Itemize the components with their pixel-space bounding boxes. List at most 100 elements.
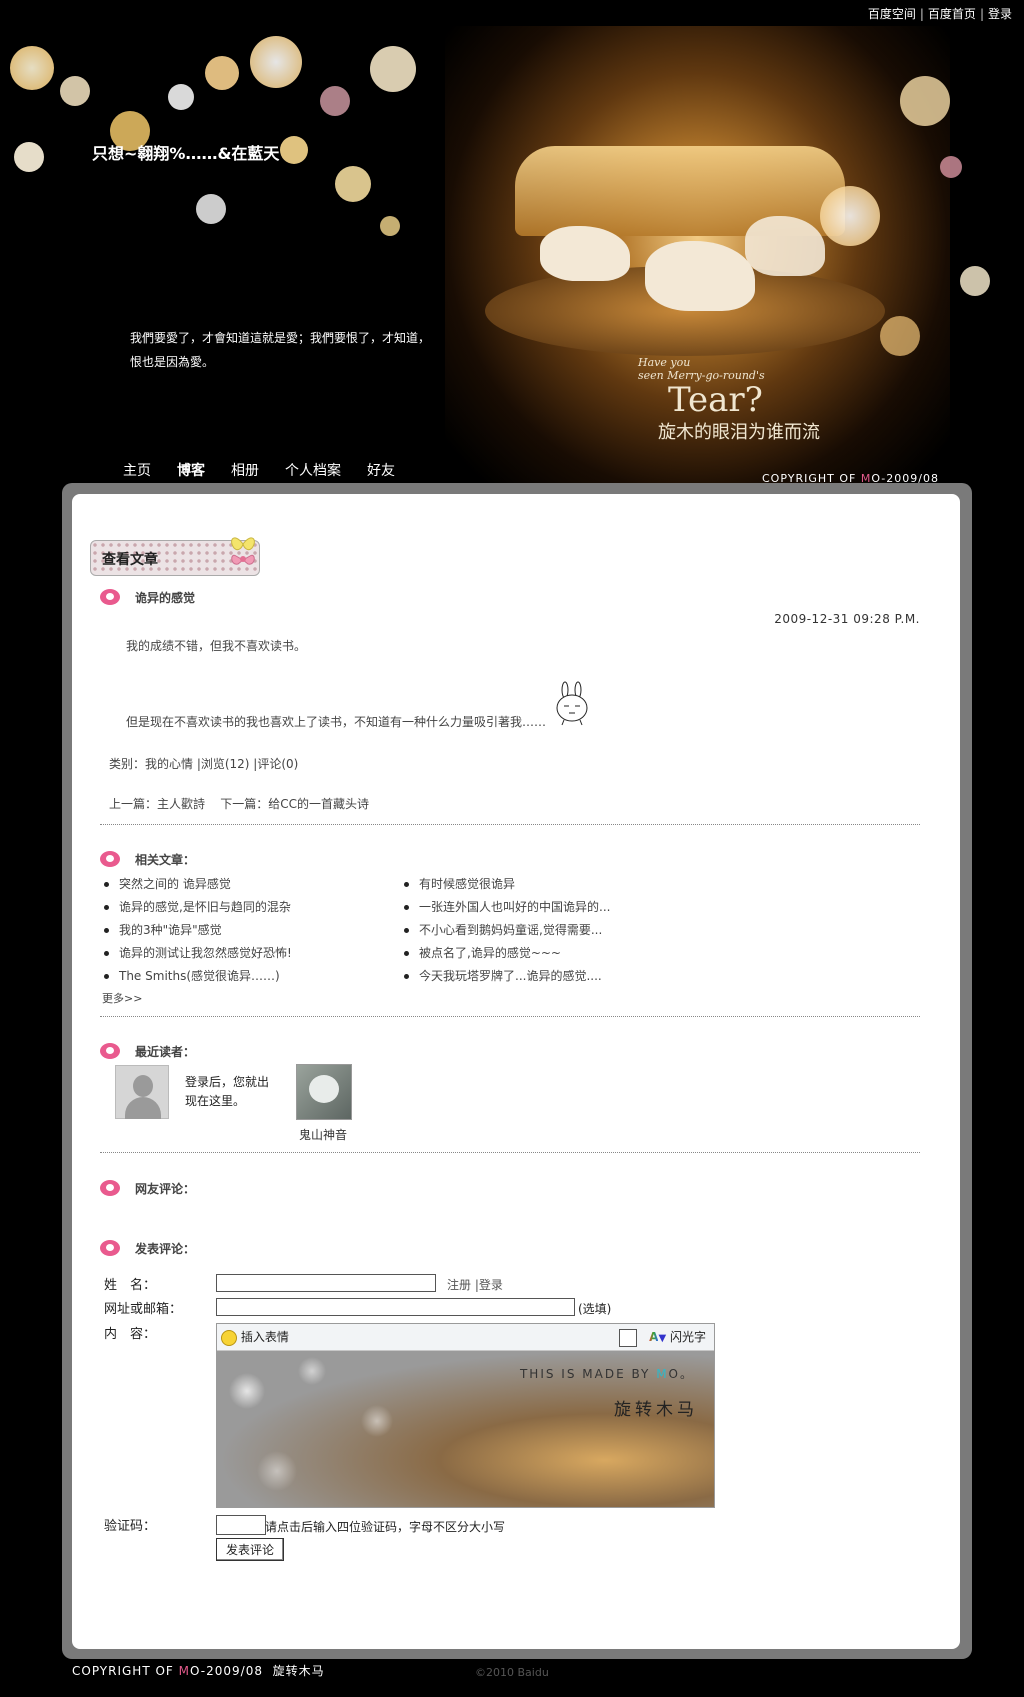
bokeh-light	[960, 266, 990, 296]
nav-friends[interactable]: 好友	[367, 463, 395, 479]
bokeh-light	[168, 84, 194, 110]
list-item[interactable]: 我的3种"诡异"感觉	[104, 921, 222, 938]
bokeh-light	[10, 46, 54, 90]
bullet-heart-icon	[100, 1180, 120, 1196]
list-item[interactable]: 被点名了,诡异的感觉~~~	[404, 944, 561, 961]
list-item[interactable]: 诡异的测试让我忽然感觉好恐怖!	[104, 944, 292, 961]
bullet-heart-icon	[100, 589, 120, 605]
banner-text-cn: 旋木的眼泪为谁而流	[658, 422, 820, 443]
related-link[interactable]: 不小心看到鹅妈妈童谣,觉得需要...	[419, 923, 602, 937]
related-link[interactable]: 一张连外国人也叫好的中国诡异的...	[419, 900, 610, 914]
submit-comment-button[interactable]: 发表评论	[216, 1538, 284, 1561]
related-link[interactable]: 诡异的感觉,是怀旧与趋同的混杂	[119, 900, 291, 914]
avatar[interactable]	[296, 1064, 352, 1120]
reader-name[interactable]: 鬼山神音	[299, 1126, 347, 1143]
name-input[interactable]	[216, 1274, 436, 1292]
divider	[100, 1152, 920, 1153]
header-banner	[0, 26, 1024, 496]
url-label: 网址或邮箱：	[104, 1302, 183, 1317]
related-link[interactable]: 我的3种"诡异"感觉	[119, 923, 222, 937]
article-prev-next[interactable]: 上一篇：主人歡詩 下一篇：给CC的一首藏头诗	[109, 795, 369, 812]
divider	[100, 1016, 920, 1017]
site-title: 只想~翱翔%……&在藍天	[92, 144, 280, 163]
carousel-horse	[645, 241, 755, 311]
bokeh-light	[205, 56, 239, 90]
article-paragraph: 我的成绩不错，但我不喜欢读书。	[126, 639, 307, 653]
bokeh-light	[196, 194, 226, 224]
footer-copyright-m: M	[178, 1664, 190, 1678]
bokeh-light	[940, 156, 962, 178]
baidu-copyright: ©2010 Baidu	[475, 1666, 549, 1679]
login-prompt: 登录后，您就出 现在这里。	[185, 1073, 269, 1111]
related-link[interactable]: 被点名了,诡异的感觉~~~	[419, 946, 561, 960]
captcha-input[interactable]	[216, 1515, 266, 1535]
bullet-heart-icon	[100, 851, 120, 867]
footer-copyright-prefix: COPYRIGHT OF	[72, 1664, 179, 1678]
register-login-links: 注册 |登录	[447, 1276, 503, 1293]
article-title: 诡异的感觉	[135, 591, 196, 605]
bokeh-light	[320, 86, 350, 116]
captcha-hint: 请点击后输入四位验证码，字母不区分大小写	[265, 1520, 506, 1534]
chevron-down-icon[interactable]: ▼	[658, 1333, 666, 1344]
flash-checkbox[interactable]	[619, 1328, 638, 1347]
bunny-emoticon-icon	[556, 681, 588, 726]
baidu-space-link[interactable]: 百度空间	[868, 7, 916, 21]
nav-profile[interactable]: 个人档案	[285, 463, 341, 479]
watermark-prefix: THIS IS MADE BY	[519, 1367, 657, 1381]
list-item[interactable]: 一张连外国人也叫好的中国诡异的...	[404, 898, 610, 915]
flash-text-controls: A▼ 闪光字	[619, 1328, 706, 1347]
bokeh-light	[820, 186, 880, 246]
nav-album[interactable]: 相册	[231, 463, 259, 479]
banner-text-big: Tear?	[668, 380, 763, 420]
comment-textarea[interactable]: THIS IS MADE BY MO。 旋转木马	[217, 1351, 714, 1507]
list-item[interactable]: 诡异的感觉,是怀旧与趋同的混杂	[104, 898, 291, 915]
footer-copyright: COPYRIGHT OF MO-2009/08 旋转木马	[72, 1662, 325, 1679]
footer-copyright-suffix: O-2009/08 旋转木马	[190, 1664, 325, 1678]
comments-heading: 网友评论：	[135, 1182, 196, 1196]
list-item[interactable]: 突然之间的 诡异感觉	[104, 875, 231, 892]
login-link[interactable]: 登录	[988, 7, 1012, 21]
bow-icon	[231, 537, 255, 565]
main-nav: 主页 博客 相册 个人档案 好友	[123, 460, 421, 480]
baidu-home-link[interactable]: 百度首页	[928, 7, 976, 21]
list-item[interactable]: 今天我玩塔罗牌了...诡异的感觉....	[404, 967, 602, 984]
related-link[interactable]: The Smiths(感觉很诡异……)	[119, 969, 280, 983]
insert-emoji-button[interactable]: 插入表情	[221, 1328, 289, 1346]
captcha-label: 验证码：	[104, 1519, 157, 1534]
bokeh-light	[880, 316, 920, 356]
watermark-m: M	[656, 1367, 669, 1381]
nav-home[interactable]: 主页	[123, 463, 151, 479]
related-heading: 相关文章：	[135, 853, 196, 867]
related-link[interactable]: 有时候感觉很诡异	[419, 877, 515, 891]
readers-heading: 最近读者：	[135, 1045, 196, 1059]
name-label: 姓 名：	[104, 1278, 157, 1293]
list-item[interactable]: 有时候感觉很诡异	[404, 875, 515, 892]
article-meta[interactable]: 类别：我的心情 |浏览(12) |评论(0)	[109, 755, 298, 772]
nav-blog[interactable]: 博客	[177, 463, 205, 479]
top-links: 百度空间 | 百度首页 | 登录	[868, 5, 1012, 22]
separator: |	[979, 7, 984, 21]
content-label: 内 容：	[104, 1327, 157, 1342]
list-item[interactable]: 不小心看到鹅妈妈童谣,觉得需要...	[404, 921, 602, 938]
url-input[interactable]	[216, 1298, 575, 1316]
related-link[interactable]: 今天我玩塔罗牌了...诡异的感觉....	[419, 969, 602, 983]
banner-text: Have you seen Merry-go-round's Tear? 旋木的…	[638, 356, 820, 444]
login-prompt-line1[interactable]: 登录后，您就出	[185, 1075, 269, 1089]
bokeh-light	[380, 216, 400, 236]
related-link[interactable]: 突然之间的 诡异感觉	[119, 877, 231, 891]
list-item[interactable]: The Smiths(感觉很诡异……)	[104, 967, 280, 984]
editor-watermark-cn: 旋转木马	[614, 1400, 698, 1420]
bullet-heart-icon	[100, 1240, 120, 1256]
related-link[interactable]: 诡异的测试让我忽然感觉好恐怖!	[119, 946, 292, 960]
avatar-placeholder	[115, 1065, 169, 1119]
bokeh-light	[60, 76, 90, 106]
editor-watermark: THIS IS MADE BY MO。	[520, 1365, 694, 1382]
bokeh-light	[250, 36, 302, 88]
flash-text-label: 闪光字	[669, 1330, 706, 1344]
article-date: 2009-12-31 09:28 P.M.	[774, 612, 920, 626]
bokeh-light	[370, 46, 416, 92]
login-link[interactable]: 登录	[479, 1278, 503, 1292]
article-paragraph: 但是现在不喜欢读书的我也喜欢上了读书，不知道有一种什么力量吸引著我……	[126, 715, 547, 729]
register-link[interactable]: 注册	[447, 1278, 471, 1292]
more-link[interactable]: 更多>>	[102, 990, 142, 1006]
